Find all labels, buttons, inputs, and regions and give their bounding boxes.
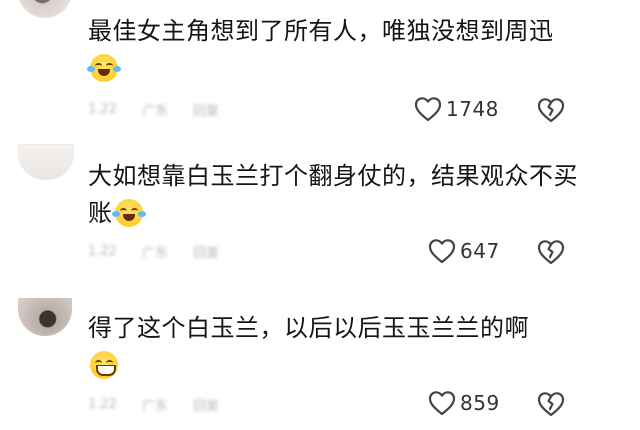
comment-text: 大如想靠白玉兰打个翻身仗的，结果观众不买账	[88, 162, 578, 227]
heart-outline-icon	[414, 96, 442, 122]
avatar[interactable]	[18, 144, 74, 180]
comment-meta: 1.22 广东 回复	[88, 241, 239, 263]
comment-date: 1.22	[88, 102, 117, 117]
like-button[interactable]: 647	[428, 238, 500, 264]
like-button[interactable]: 1748	[414, 96, 499, 122]
comment-meta: 1.22 广东 回复	[88, 99, 239, 121]
comment-date: 1.22	[88, 397, 117, 412]
laugh-cry-emoji	[111, 199, 146, 227]
comment-location: 广东	[142, 399, 169, 414]
reply-button[interactable]: 回复	[193, 242, 219, 261]
broken-heart-icon	[537, 391, 565, 417]
avatar[interactable]	[18, 0, 72, 18]
avatar[interactable]	[18, 298, 72, 336]
grin-emoji	[90, 351, 118, 379]
comment-text: 得了这个白玉兰，以后以后玉玉兰兰的啊	[88, 310, 578, 384]
reply-button[interactable]: 回复	[193, 100, 219, 119]
like-button[interactable]: 859	[428, 390, 500, 416]
like-count: 1748	[446, 97, 499, 121]
dislike-button[interactable]	[537, 97, 565, 123]
heart-outline-icon	[428, 390, 456, 416]
broken-heart-icon	[537, 97, 565, 123]
dislike-button[interactable]	[537, 391, 565, 417]
comment-text: 最佳女主角想到了所有人，唯独没想到周迅	[87, 13, 578, 87]
broken-heart-icon	[537, 239, 565, 265]
reply-button[interactable]: 回复	[193, 395, 219, 414]
laugh-cry-emoji	[87, 54, 121, 82]
comment-location: 广东	[142, 104, 169, 119]
heart-outline-icon	[428, 238, 456, 264]
comment-meta: 1.22 广东 回复	[88, 394, 239, 416]
like-count: 647	[460, 239, 500, 263]
comment-date: 1.22	[88, 244, 117, 259]
dislike-button[interactable]	[537, 239, 565, 265]
comment-location: 广东	[142, 246, 169, 261]
like-count: 859	[460, 391, 500, 415]
